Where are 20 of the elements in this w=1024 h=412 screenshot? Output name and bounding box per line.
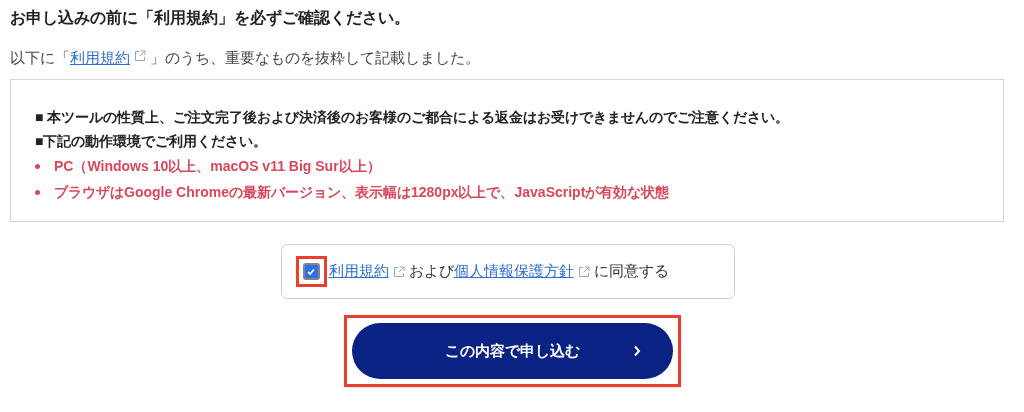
external-link-icon <box>577 265 590 278</box>
notice-text: ■下記の動作環境でご利用ください。 <box>35 132 269 151</box>
chevron-right-icon <box>632 345 641 357</box>
external-link-icon <box>134 50 146 62</box>
agreement-text: および <box>408 261 454 282</box>
checkmark-icon <box>306 266 316 277</box>
intro-text: 以下に「利用規約 」のうち、重要なものを抜粋して記載しました。 <box>10 48 481 68</box>
terms-link[interactable]: 利用規約 <box>328 260 389 283</box>
terms-link[interactable]: 利用規約 <box>70 49 130 66</box>
submit-button[interactable]: この内容で申し込む <box>351 323 673 379</box>
requirement-item: PC（Windows 10以上、macOS v11 Big Sur以上） <box>54 157 381 176</box>
section-heading: お申し込みの前に「利用規約」を必ずご確認ください。 <box>10 8 411 29</box>
external-link-icon <box>392 265 405 278</box>
bullet-icon <box>35 163 40 169</box>
agree-checkbox[interactable] <box>302 263 320 280</box>
notice-text: ■ 本ツールの性質上、ご注文完了後および決済後のお客様のご都合による返金はお受けできませんのでご注意ください。 <box>35 108 791 127</box>
requirement-item: ブラウザはGoogle Chromeの最新バージョン、表示幅は1280px以上で、JavaScriptが有効な状態 <box>54 183 670 202</box>
bullet-icon <box>35 189 40 195</box>
terms-link[interactable]: 個人情報保護方針 <box>453 260 574 283</box>
agreement-text: に同意する <box>593 261 669 282</box>
